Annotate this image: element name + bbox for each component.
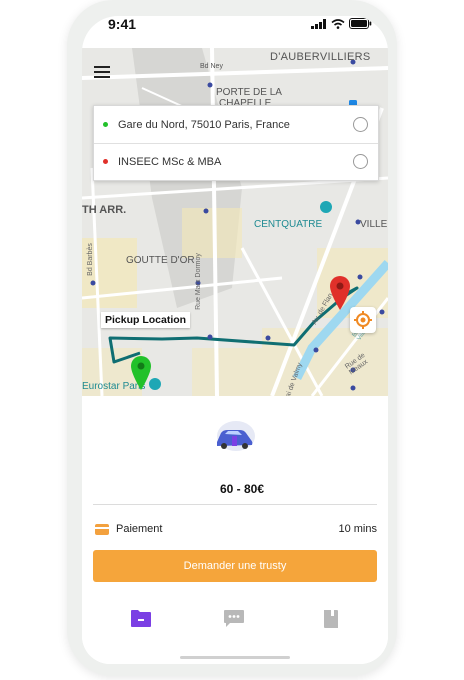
map-label: PORTE DE LA [216,87,282,98]
route-card: Gare du Nord, 75010 Paris, France INSEEC… [93,105,379,181]
battery-icon [349,18,372,29]
crosshair-icon [354,311,372,329]
map-view[interactable]: D'AUBERVILLIERS Bd Ney PORTE DE LA CHAPE… [82,48,388,407]
price-estimate: 60 - 80€ [219,482,265,496]
origin-dot-icon [103,122,108,127]
home-indicator [180,656,290,659]
map-label: VILLE [360,219,388,230]
locate-button[interactable] [350,307,376,333]
status-time: 9:41 [108,16,137,32]
destination-dot-icon [103,159,108,164]
wifi-icon [331,18,345,29]
eta-text: 10 mins [338,523,377,535]
map-label: Bd Barbès [86,243,94,276]
destination-row[interactable]: INSEEC MSc & MBA [94,143,378,180]
map-label: Bd Ney [200,63,223,70]
request-ride-button[interactable]: Demander une trusty [93,550,377,582]
car-icon [217,421,255,451]
destination-address: INSEEC MSc & MBA [118,155,222,168]
pickup-label: Pickup Location [101,312,191,328]
menu-icon[interactable] [94,66,110,80]
map-label: CENTQUATRE [254,219,323,230]
payment-label[interactable]: Paiement [116,523,162,535]
folder-icon[interactable] [130,609,152,627]
origin-row[interactable]: Gare du Nord, 75010 Paris, France [94,106,378,144]
map-label: GOUTTE D'OR [126,255,195,266]
book-icon[interactable] [322,609,340,629]
status-icons [311,18,372,29]
payment-row[interactable]: Paiement 10 mins [93,522,377,540]
origin-radio[interactable] [353,117,368,132]
chat-icon[interactable] [223,609,245,627]
pickup-pin-icon[interactable] [131,356,151,390]
trip-panel: 60 - 80€ Paiement 10 mins Demander une t… [82,396,388,664]
map-label: Rue Marx Dormoy [194,253,202,310]
divider [93,504,377,505]
map-label: TH ARR. [82,204,127,216]
signal-icon [311,18,326,29]
origin-address: Gare du Nord, 75010 Paris, France [118,118,290,131]
destination-radio[interactable] [353,154,368,169]
credit-card-icon [95,524,109,535]
map-label: D'AUBERVILLIERS [270,51,371,63]
destination-pin-icon[interactable] [330,276,350,310]
status-bar: 9:41 [82,16,388,46]
app-screen: 9:41 D'AUBERVILLIERS Bd Ney PORTE DE LA … [82,16,388,664]
